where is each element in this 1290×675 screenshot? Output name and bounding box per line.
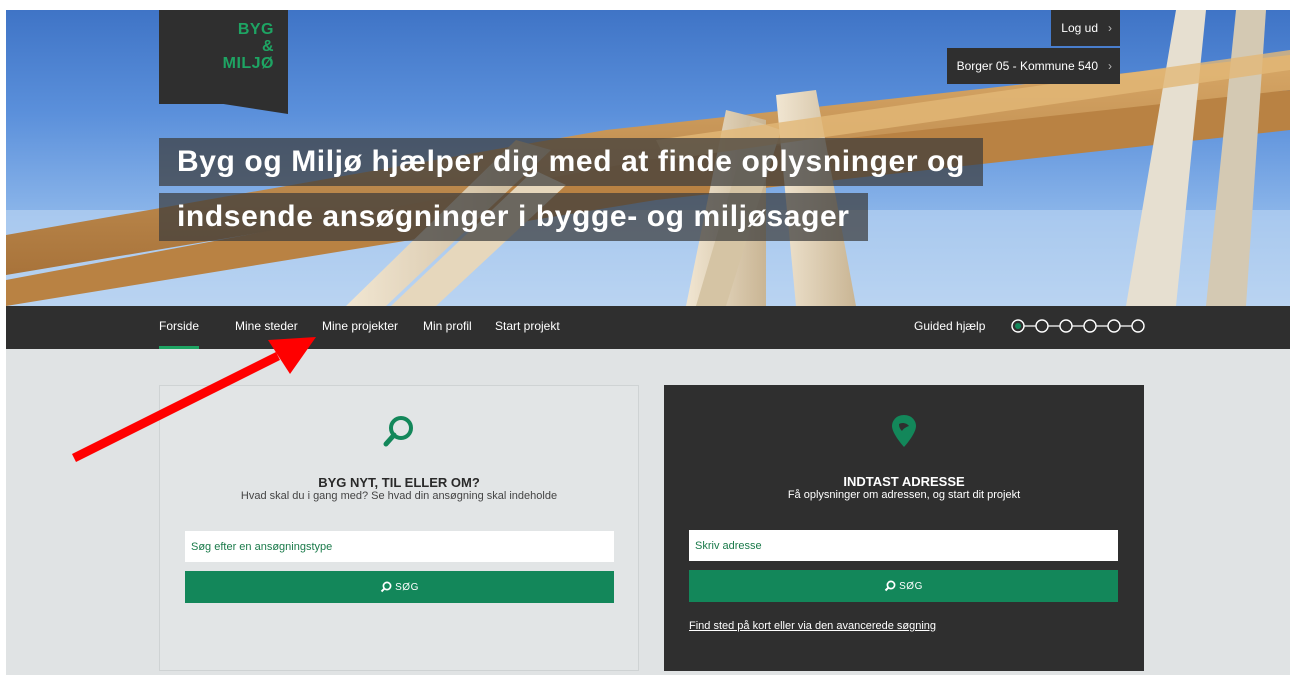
search-card-subtitle: Hvad skal du i gang med? Se hvad din ans… — [240, 490, 558, 502]
logo-line-3: MILJØ — [222, 55, 274, 72]
citizen-label: Borger 05 - Kommune 540 — [956, 59, 1098, 73]
search-card-title: BYG NYT, TIL ELLER OM? — [318, 475, 480, 490]
address-search-button-label: SØG — [899, 580, 923, 592]
application-type-search-input[interactable] — [185, 531, 614, 562]
guided-help-steps[interactable] — [1011, 318, 1146, 334]
nav-item-mine-steder[interactable]: Mine steder — [235, 306, 298, 349]
address-input[interactable] — [689, 530, 1118, 561]
logo-line-2: & — [261, 38, 274, 55]
search-icon — [160, 412, 638, 457]
byg-og-miljo-logo[interactable]: BYG & MILJØ — [159, 10, 288, 104]
chevron-right-icon: › — [1108, 21, 1112, 35]
guided-help-label[interactable]: Guided hjælp — [914, 306, 985, 349]
main-navigation: Forside Mine steder Mine projekter Min p… — [6, 306, 1290, 349]
find-on-map-link[interactable]: Find sted på kort eller via den avancere… — [689, 620, 936, 632]
nav-item-min-profil[interactable]: Min profil — [423, 306, 472, 349]
guided-step-5[interactable] — [1107, 319, 1121, 333]
guided-step-4[interactable] — [1083, 319, 1097, 333]
logout-label: Log ud — [1061, 21, 1098, 35]
main-content: BYG NYT, TIL ELLER OM? Hvad skal du i ga… — [6, 349, 1290, 675]
guided-step-2[interactable] — [1035, 319, 1049, 333]
logo-line-1: BYG — [237, 21, 274, 38]
address-search-card: INDTAST ADRESSE Få oplysninger om adress… — [664, 385, 1144, 671]
hero-headline-line-2: indsende ansøgninger i bygge- og miljøsa… — [159, 193, 868, 241]
guided-step-6[interactable] — [1131, 319, 1145, 333]
application-search-card: BYG NYT, TIL ELLER OM? Hvad skal du i ga… — [159, 385, 639, 671]
logout-button[interactable]: Log ud › — [1051, 10, 1120, 46]
citizen-account-button[interactable]: Borger 05 - Kommune 540 › — [946, 48, 1120, 84]
map-pin-icon — [664, 411, 1144, 456]
hero-headline-line-1: Byg og Miljø hjælper dig med at finde op… — [159, 138, 983, 186]
address-card-subtitle: Få oplysninger om adressen, og start dit… — [787, 489, 1021, 501]
address-card-title: INDTAST ADRESSE — [843, 474, 965, 489]
hero-banner: BYG & MILJØ Log ud › Borger 05 - Kommune… — [6, 10, 1290, 306]
search-icon — [884, 580, 896, 592]
guided-step-current-dot — [1015, 323, 1021, 329]
address-search-button[interactable]: SØG — [689, 570, 1118, 602]
chevron-right-icon: › — [1108, 59, 1112, 73]
search-button[interactable]: SØG — [185, 571, 614, 603]
search-button-label: SØG — [395, 581, 419, 593]
nav-item-mine-projekter[interactable]: Mine projekter — [322, 306, 398, 349]
nav-item-forside[interactable]: Forside — [159, 306, 200, 349]
search-icon — [380, 581, 392, 593]
guided-step-3[interactable] — [1059, 319, 1073, 333]
nav-item-start-projekt[interactable]: Start projekt — [495, 306, 560, 349]
